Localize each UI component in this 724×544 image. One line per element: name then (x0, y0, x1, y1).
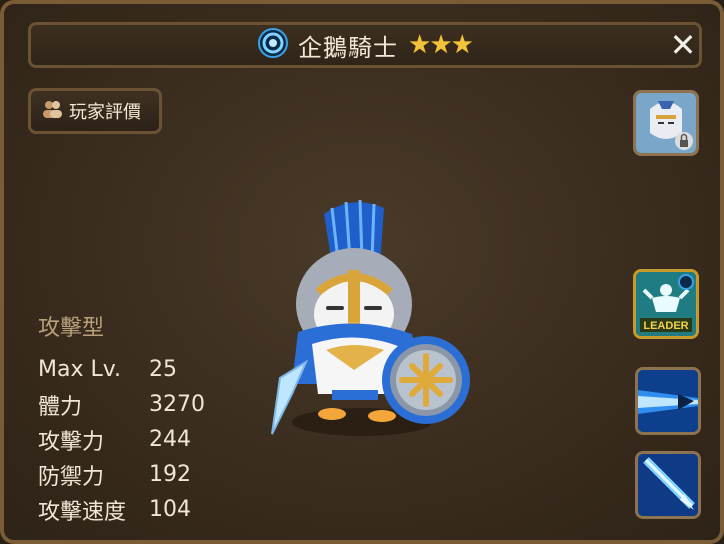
monster-type: 攻擊型 (38, 316, 105, 341)
stat-value: 192 (149, 462, 191, 487)
stat-label: 體力 (38, 394, 83, 420)
leader-skill-icon: LEADER (636, 272, 696, 336)
stat-value: 25 (149, 357, 177, 382)
monster-name: 企鵝騎士 (298, 33, 399, 62)
skill-1-icon (638, 370, 698, 432)
stat-value: 244 (149, 427, 191, 452)
stat-row-max-level: Max Lv. 25 (38, 352, 205, 387)
stat-value: 104 (149, 497, 191, 522)
skill-1-slot[interactable] (635, 367, 701, 435)
player-review-label: 玩家評價 (69, 102, 141, 123)
stat-row-attack: 攻擊力 244 (38, 422, 205, 457)
monster-info-panel: 企鵝騎士 ★★★ ✕ 玩家評價 LEADER 攻擊型 Max Lv. 25 體力… (0, 0, 724, 544)
stat-label: 攻擊力 (38, 429, 105, 455)
stat-value: 3270 (149, 392, 205, 417)
skill-2-slot[interactable] (635, 451, 701, 519)
leader-label: LEADER (643, 320, 688, 332)
stat-row-attack-speed: 攻擊速度 104 (38, 492, 205, 527)
skill-2-icon (638, 454, 698, 516)
penguin-knight-figure (271, 199, 470, 436)
water-element-icon (258, 28, 289, 62)
stat-label: 攻擊速度 (38, 499, 127, 525)
close-icon[interactable]: ✕ (668, 29, 698, 61)
player-review-button[interactable]: 玩家評價 (28, 88, 162, 134)
title-bar: 企鵝騎士 ★★★ (28, 22, 702, 68)
star-rating: ★★★ (408, 30, 474, 60)
awakened-form-slot[interactable] (633, 90, 699, 156)
players-icon (41, 98, 63, 125)
leader-skill-slot[interactable]: LEADER (633, 269, 699, 339)
locked-awakened-portrait-icon (636, 93, 696, 153)
stat-row-defense: 防禦力 192 (38, 457, 205, 492)
stat-label: Max Lv. (38, 357, 122, 382)
stats-block: 攻擊型 Max Lv. 25 體力 3270 攻擊力 244 防禦力 192 攻… (38, 310, 205, 527)
stat-row-hp: 體力 3270 (38, 387, 205, 422)
stat-label: 防禦力 (38, 464, 105, 490)
